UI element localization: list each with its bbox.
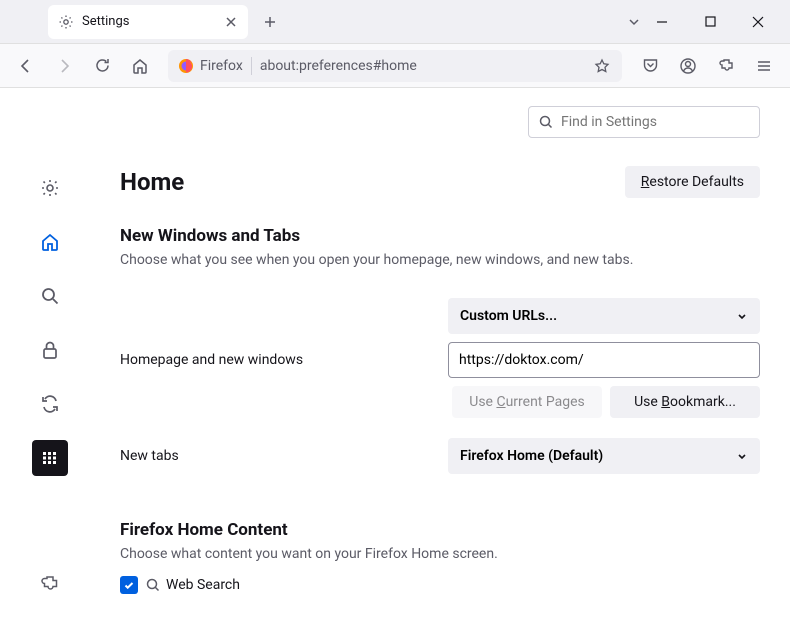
section-heading-2: Firefox Home Content: [120, 520, 760, 540]
tab-title: Settings: [82, 14, 214, 29]
sidebar-item-privacy[interactable]: [32, 332, 68, 368]
section-description-2: Choose what content you want on your Fir…: [120, 546, 760, 562]
settings-sidebar: [0, 88, 100, 618]
chevron-down-icon: [736, 450, 748, 462]
identity-label: Firefox: [200, 58, 243, 74]
use-current-pages-button[interactable]: Use Current Pages: [452, 386, 602, 418]
section-description: Choose what you see when you open your h…: [120, 252, 760, 268]
tabs-dropdown-icon[interactable]: [620, 8, 648, 36]
sidebar-item-extensions[interactable]: [32, 566, 68, 602]
newtabs-select[interactable]: Firefox Home (Default): [448, 438, 760, 474]
bookmark-star-icon[interactable]: [592, 56, 612, 76]
close-window-button[interactable]: [744, 8, 772, 36]
restore-defaults-button[interactable]: Restore Defaults: [625, 166, 760, 198]
websearch-label: Web Search: [146, 577, 240, 593]
content-area: Home Restore Defaults New Windows and Ta…: [0, 88, 790, 618]
section-heading: New Windows and Tabs: [120, 226, 760, 246]
new-tab-button[interactable]: [256, 8, 284, 36]
find-settings-input[interactable]: [528, 106, 760, 138]
menu-button[interactable]: [748, 50, 780, 82]
close-icon[interactable]: [222, 13, 240, 31]
navigation-toolbar: Firefox about:preferences#home: [0, 44, 790, 88]
pocket-button[interactable]: [634, 50, 666, 82]
websearch-checkbox[interactable]: [120, 576, 138, 594]
checkmark-icon: [123, 579, 135, 591]
homepage-label-text: Homepage and new windows: [120, 352, 448, 368]
sidebar-item-home[interactable]: [32, 224, 68, 260]
sidebar-item-sync[interactable]: [32, 386, 68, 422]
url-text: about:preferences#home: [260, 58, 584, 74]
newtabs-label: New tabs: [120, 448, 448, 464]
forward-button[interactable]: [48, 50, 80, 82]
sidebar-item-general[interactable]: [32, 170, 68, 206]
identity-box[interactable]: Firefox: [178, 58, 243, 74]
settings-main: Home Restore Defaults New Windows and Ta…: [100, 88, 790, 618]
homepage-mode-select[interactable]: Custom URLs...: [448, 298, 760, 334]
separator: [251, 57, 252, 75]
gear-icon: [58, 14, 74, 30]
account-button[interactable]: [672, 50, 704, 82]
minimize-button[interactable]: [648, 8, 676, 36]
home-button[interactable]: [124, 50, 156, 82]
firefox-icon: [178, 58, 194, 74]
sidebar-item-search[interactable]: [32, 278, 68, 314]
find-settings-field[interactable]: [561, 114, 749, 130]
chevron-down-icon: [736, 310, 748, 322]
url-bar[interactable]: Firefox about:preferences#home: [168, 50, 622, 82]
extensions-button[interactable]: [710, 50, 742, 82]
homepage-url-input[interactable]: [448, 342, 760, 378]
page-title: Home: [120, 168, 184, 196]
use-bookmark-button[interactable]: Use Bookmark...: [610, 386, 760, 418]
titlebar: Settings: [0, 0, 790, 44]
search-icon: [539, 115, 553, 129]
back-button[interactable]: [10, 50, 42, 82]
sidebar-item-more[interactable]: [32, 440, 68, 476]
browser-tab[interactable]: Settings: [48, 5, 248, 39]
maximize-button[interactable]: [696, 8, 724, 36]
search-icon: [146, 578, 160, 592]
reload-button[interactable]: [86, 50, 118, 82]
